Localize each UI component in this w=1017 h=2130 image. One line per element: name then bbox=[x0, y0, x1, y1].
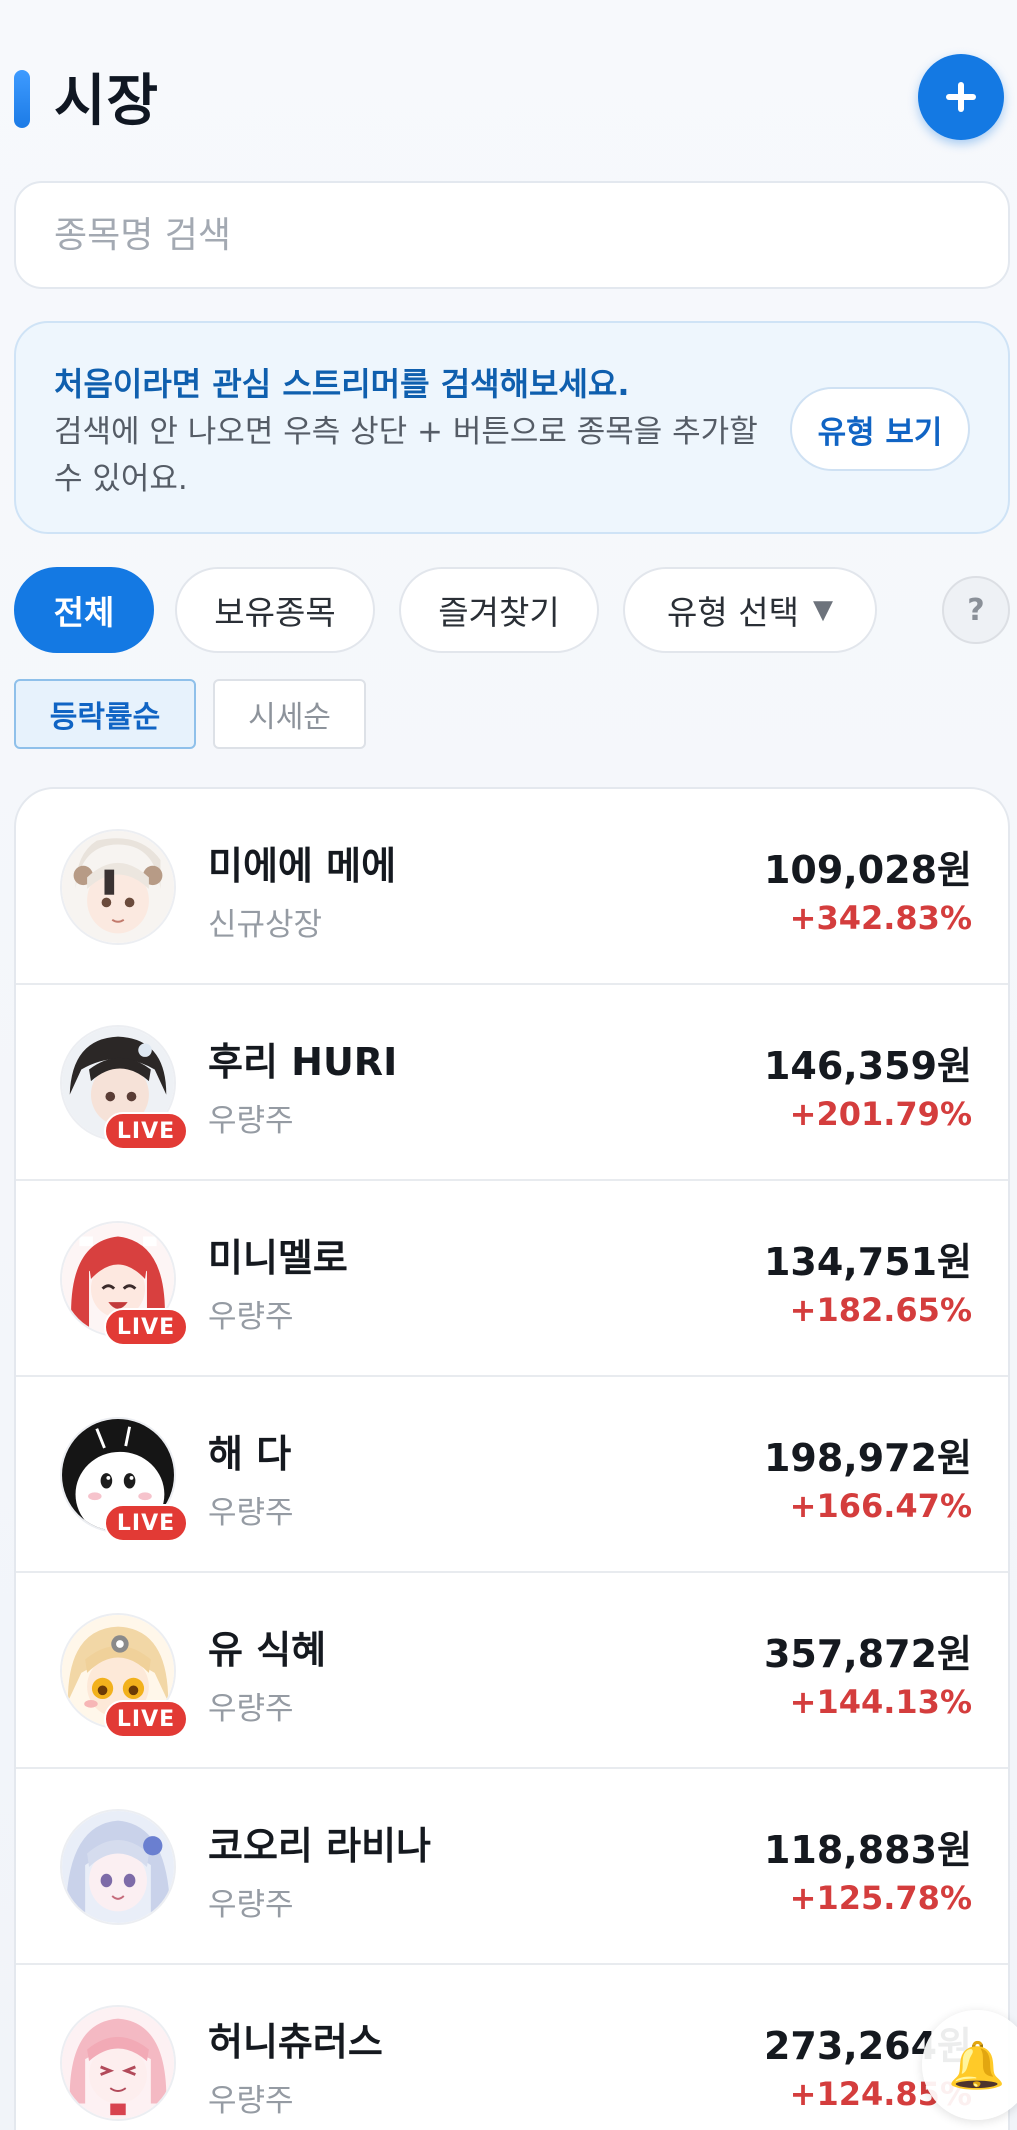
stock-change: +342.83% bbox=[789, 899, 972, 937]
info-card: 처음이라면 관심 스트리머를 검색해보세요. 검색에 안 나오면 우측 상단 +… bbox=[14, 321, 1010, 534]
title-accent-bar bbox=[14, 70, 30, 128]
live-badge: LIVE bbox=[104, 1700, 188, 1738]
stock-name: 미니멜로 bbox=[208, 1236, 348, 1280]
stock-change: +144.13% bbox=[789, 1683, 972, 1721]
avatar bbox=[60, 829, 176, 945]
stock-row[interactable]: 허니츄러스 우량주 273,264원 +124.85% bbox=[16, 1965, 1008, 2130]
stock-price: 146,359원 bbox=[763, 1044, 972, 1088]
stock-category: 우량주 bbox=[208, 1887, 294, 1923]
info-title: 처음이라면 관심 스트리머를 검색해보세요. bbox=[54, 365, 630, 403]
stock-category: 우량주 bbox=[208, 1299, 294, 1335]
market-page: 시장 처음이라면 관심 스트리머를 검색해보세요. 검색에 안 나오면 우측 상… bbox=[0, 0, 1017, 2130]
stock-change: +125.78% bbox=[789, 1879, 972, 1917]
chip-holdings[interactable]: 보유종목 bbox=[175, 567, 375, 653]
stock-row[interactable]: LIVE 유 식혜 우량주 357,872원 +144.13% bbox=[16, 1573, 1008, 1769]
bell-icon: 🔔 bbox=[948, 2037, 1006, 2092]
chip-label: 유형 선택 bbox=[667, 593, 799, 632]
stock-row[interactable]: LIVE 후리 HURI 우량주 146,359원 +201.79% bbox=[16, 985, 1008, 1181]
stock-category: 우량주 bbox=[208, 1495, 294, 1531]
stock-name: 해 다 bbox=[208, 1432, 292, 1476]
search-box bbox=[14, 181, 1010, 289]
stock-name: 허니츄러스 bbox=[208, 2020, 383, 2064]
stock-category: 우량주 bbox=[208, 1691, 294, 1727]
avatar bbox=[60, 2005, 176, 2121]
stock-price: 357,872원 bbox=[763, 1632, 972, 1676]
stock-row[interactable]: 코오리 라비나 우량주 118,883원 +125.78% bbox=[16, 1769, 1008, 1965]
view-types-button[interactable]: 유형 보기 bbox=[790, 387, 970, 471]
avatar bbox=[60, 1809, 176, 1925]
chip-label: 즐겨찾기 bbox=[438, 593, 560, 632]
stock-row[interactable]: LIVE 해 다 우량주 198,972원 +166.47% bbox=[16, 1377, 1008, 1573]
chip-favorites[interactable]: 즐겨찾기 bbox=[399, 567, 599, 653]
live-badge: LIVE bbox=[104, 1504, 188, 1542]
stock-price: 134,751원 bbox=[763, 1240, 972, 1284]
stock-name: 후리 HURI bbox=[208, 1040, 398, 1084]
stock-price: 198,972원 bbox=[763, 1436, 972, 1480]
live-badge: LIVE bbox=[104, 1308, 188, 1346]
stock-name: 유 식혜 bbox=[208, 1628, 327, 1672]
stock-change: +182.65% bbox=[789, 1291, 972, 1329]
filter-chips: 전체 보유종목 즐겨찾기 유형 선택 ▼ ? bbox=[14, 567, 1010, 653]
stock-name: 미에에 메에 bbox=[208, 844, 397, 888]
stock-row[interactable]: LIVE 미니멜로 우량주 134,751원 +182.65% bbox=[16, 1181, 1008, 1377]
sort-tab-change-rate[interactable]: 등락률순 bbox=[14, 679, 196, 749]
chip-all[interactable]: 전체 bbox=[14, 567, 154, 653]
live-badge: LIVE bbox=[104, 1112, 188, 1150]
search-input[interactable] bbox=[54, 214, 970, 256]
page-title: 시장 bbox=[54, 69, 160, 134]
stock-category: 우량주 bbox=[208, 2083, 294, 2119]
chip-label: 보유종목 bbox=[214, 593, 336, 632]
header: 시장 bbox=[14, 54, 1004, 146]
stock-change: +201.79% bbox=[789, 1095, 972, 1133]
plus-icon bbox=[946, 82, 976, 112]
chip-label: 전체 bbox=[53, 593, 115, 632]
stock-category: 신규상장 bbox=[208, 907, 323, 943]
stock-price: 109,028원 bbox=[763, 848, 972, 892]
info-description: 검색에 안 나오면 우측 상단 + 버튼으로 종목을 추가할 수 있어요. bbox=[54, 414, 758, 497]
add-stock-button[interactable] bbox=[918, 54, 1004, 140]
stock-list: 미에에 메에 신규상장 109,028원 +342.83% LIVE 후리 HU… bbox=[14, 787, 1010, 2130]
stock-category: 우량주 bbox=[208, 1103, 294, 1139]
sort-tab-price[interactable]: 시세순 bbox=[213, 679, 366, 749]
stock-name: 코오리 라비나 bbox=[208, 1824, 431, 1868]
stock-row[interactable]: 미에에 메에 신규상장 109,028원 +342.83% bbox=[16, 789, 1008, 985]
dropdown-triangle-icon: ▼ bbox=[812, 595, 833, 625]
chip-type-select[interactable]: 유형 선택 ▼ bbox=[623, 567, 877, 653]
stock-price: 118,883원 bbox=[763, 1828, 972, 1872]
stock-change: +166.47% bbox=[789, 1487, 972, 1525]
help-button[interactable]: ? bbox=[942, 576, 1010, 644]
